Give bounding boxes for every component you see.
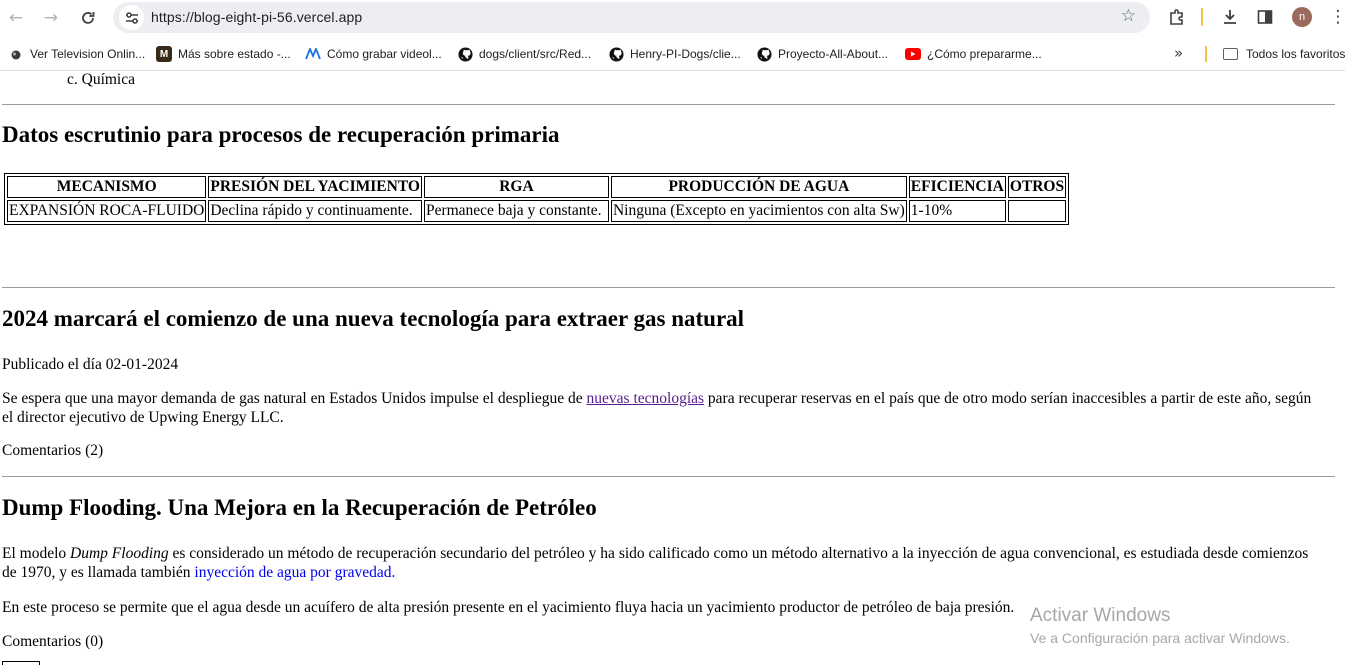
table-header: PRESIÓN DEL YACIMIENTO (208, 176, 422, 198)
post-title: 2024 marcará el comienzo de una nueva te… (2, 306, 745, 331)
table-header: OTROS (1007, 176, 1067, 198)
bookmark-label: Cómo grabar videol... (327, 47, 442, 61)
bookmark-label: Ver Television Onlin... (30, 47, 146, 61)
github-icon (756, 46, 772, 62)
table-cell: 1-10% (908, 200, 1006, 222)
sidepanel-icon[interactable] (1252, 4, 1278, 30)
bookmark-star-icon[interactable]: ☆ (1121, 6, 1136, 26)
reload-icon[interactable] (74, 4, 102, 32)
more-menu-icon[interactable]: ⋮ (1325, 4, 1345, 30)
divider (2, 287, 1335, 288)
bookmark-item[interactable]: dogs/client/src/Red... (457, 45, 591, 63)
extensions-icon[interactable] (1164, 4, 1190, 30)
post-date: Publicado el día 02-01-2024 (2, 356, 179, 373)
table-cell: Ninguna (Excepto en yacimientos con alta… (610, 200, 907, 222)
download-icon[interactable] (1217, 4, 1243, 30)
folder-icon (1223, 48, 1238, 60)
table-header: MECANISMO (7, 176, 207, 198)
list-item: c. Química (67, 72, 136, 88)
bookmark-item[interactable]: ¿Cómo prepararme... (905, 45, 1042, 63)
table-row: EXPANSIÓN ROCA-FLUIDO Declina rápido y c… (7, 200, 1067, 222)
scrutiny-table: MECANISMO PRESIÓN DEL YACIMIENTO RGA PRO… (4, 173, 1070, 225)
m-logo-icon: M (156, 46, 172, 62)
table-cell: Declina rápido y continuamente. (208, 200, 422, 222)
gravity-injection-link[interactable]: inyección de agua por gravedad. (194, 564, 395, 581)
table-cell (1007, 200, 1067, 222)
address-bar[interactable]: https://blog-eight-pi-56.vercel.app ☆ (113, 2, 1150, 33)
windows-activation-hint: Ve a Configuración para activar Windows. (1030, 630, 1290, 646)
bookmark-label: ¿Cómo prepararme... (927, 47, 1042, 61)
post-body: Se espera que una mayor demanda de gas n… (2, 390, 1322, 427)
post-body: El modelo Dump Flooding es considerado u… (2, 545, 1322, 582)
bookmark-label: Proyecto-All-About... (778, 47, 889, 61)
browser-toolbar: ← → https://blog-eight-pi-56.vercel.app … (0, 0, 1345, 36)
page-viewport: c. Química Datos escrutinio para proceso… (0, 72, 1345, 665)
bookmarks-bar: Ver Television Onlin... M Más sobre esta… (0, 36, 1345, 71)
bookmark-label: dogs/client/src/Red... (479, 47, 592, 61)
new-technologies-link[interactable]: nuevas tecnologías (587, 390, 705, 407)
post-text: Se espera que una mayor demanda de gas n… (2, 390, 587, 407)
bookmark-label: Más sobre estado -... (178, 47, 291, 61)
table-header: EFICIENCIA (908, 176, 1006, 198)
all-bookmarks-label: Todos los favoritos (1246, 47, 1345, 61)
windows-activation-watermark: Activar Windows (1030, 605, 1171, 626)
post-title: Dump Flooding. Una Mejora en la Recupera… (2, 495, 597, 520)
divider (2, 476, 1335, 477)
all-bookmarks-folder[interactable]: Todos los favoritos (1223, 45, 1345, 63)
table-header: RGA (423, 176, 609, 198)
bookmarks-overflow-button[interactable]: » (1174, 44, 1183, 62)
bookmark-item[interactable]: Cómo grabar videol... (305, 45, 442, 63)
table-header: PRODUCCIÓN DE AGUA (610, 176, 907, 198)
github-icon (608, 46, 624, 62)
comment-form-edge (2, 661, 40, 665)
site-info-icon[interactable] (119, 5, 144, 30)
bookmark-item[interactable]: M Más sobre estado -... (156, 45, 291, 63)
bookmark-item[interactable]: Henry-PI-Dogs/clie... (608, 45, 741, 63)
youtube-icon (905, 46, 921, 62)
comments-link[interactable]: Comentarios (2) (2, 442, 1322, 461)
github-icon (457, 46, 473, 62)
post-text: El modelo (2, 545, 71, 562)
table-cell: EXPANSIÓN ROCA-FLUIDO (7, 200, 207, 222)
bookmarks-divider (1205, 46, 1207, 62)
avatar[interactable]: n (1292, 7, 1312, 27)
bookmark-label: Henry-PI-Dogs/clie... (630, 47, 741, 61)
bookmark-item[interactable]: Proyecto-All-About... (756, 45, 888, 63)
url-text[interactable]: https://blog-eight-pi-56.vercel.app (151, 9, 362, 25)
toolbar-divider (1201, 8, 1203, 26)
section-title: Datos escrutinio para procesos de recupe… (2, 122, 560, 147)
divider (2, 104, 1335, 105)
table-header-row: MECANISMO PRESIÓN DEL YACIMIENTO RGA PRO… (7, 176, 1067, 198)
m-wave-icon (305, 46, 321, 62)
forward-icon[interactable]: → (37, 4, 65, 32)
bookmark-item[interactable]: Ver Television Onlin... (8, 45, 145, 63)
post-emphasis: Dump Flooding (70, 545, 169, 562)
tv-icon (8, 46, 24, 62)
back-icon[interactable]: ← (2, 4, 30, 32)
table-cell: Permanece baja y constante. (423, 200, 609, 222)
